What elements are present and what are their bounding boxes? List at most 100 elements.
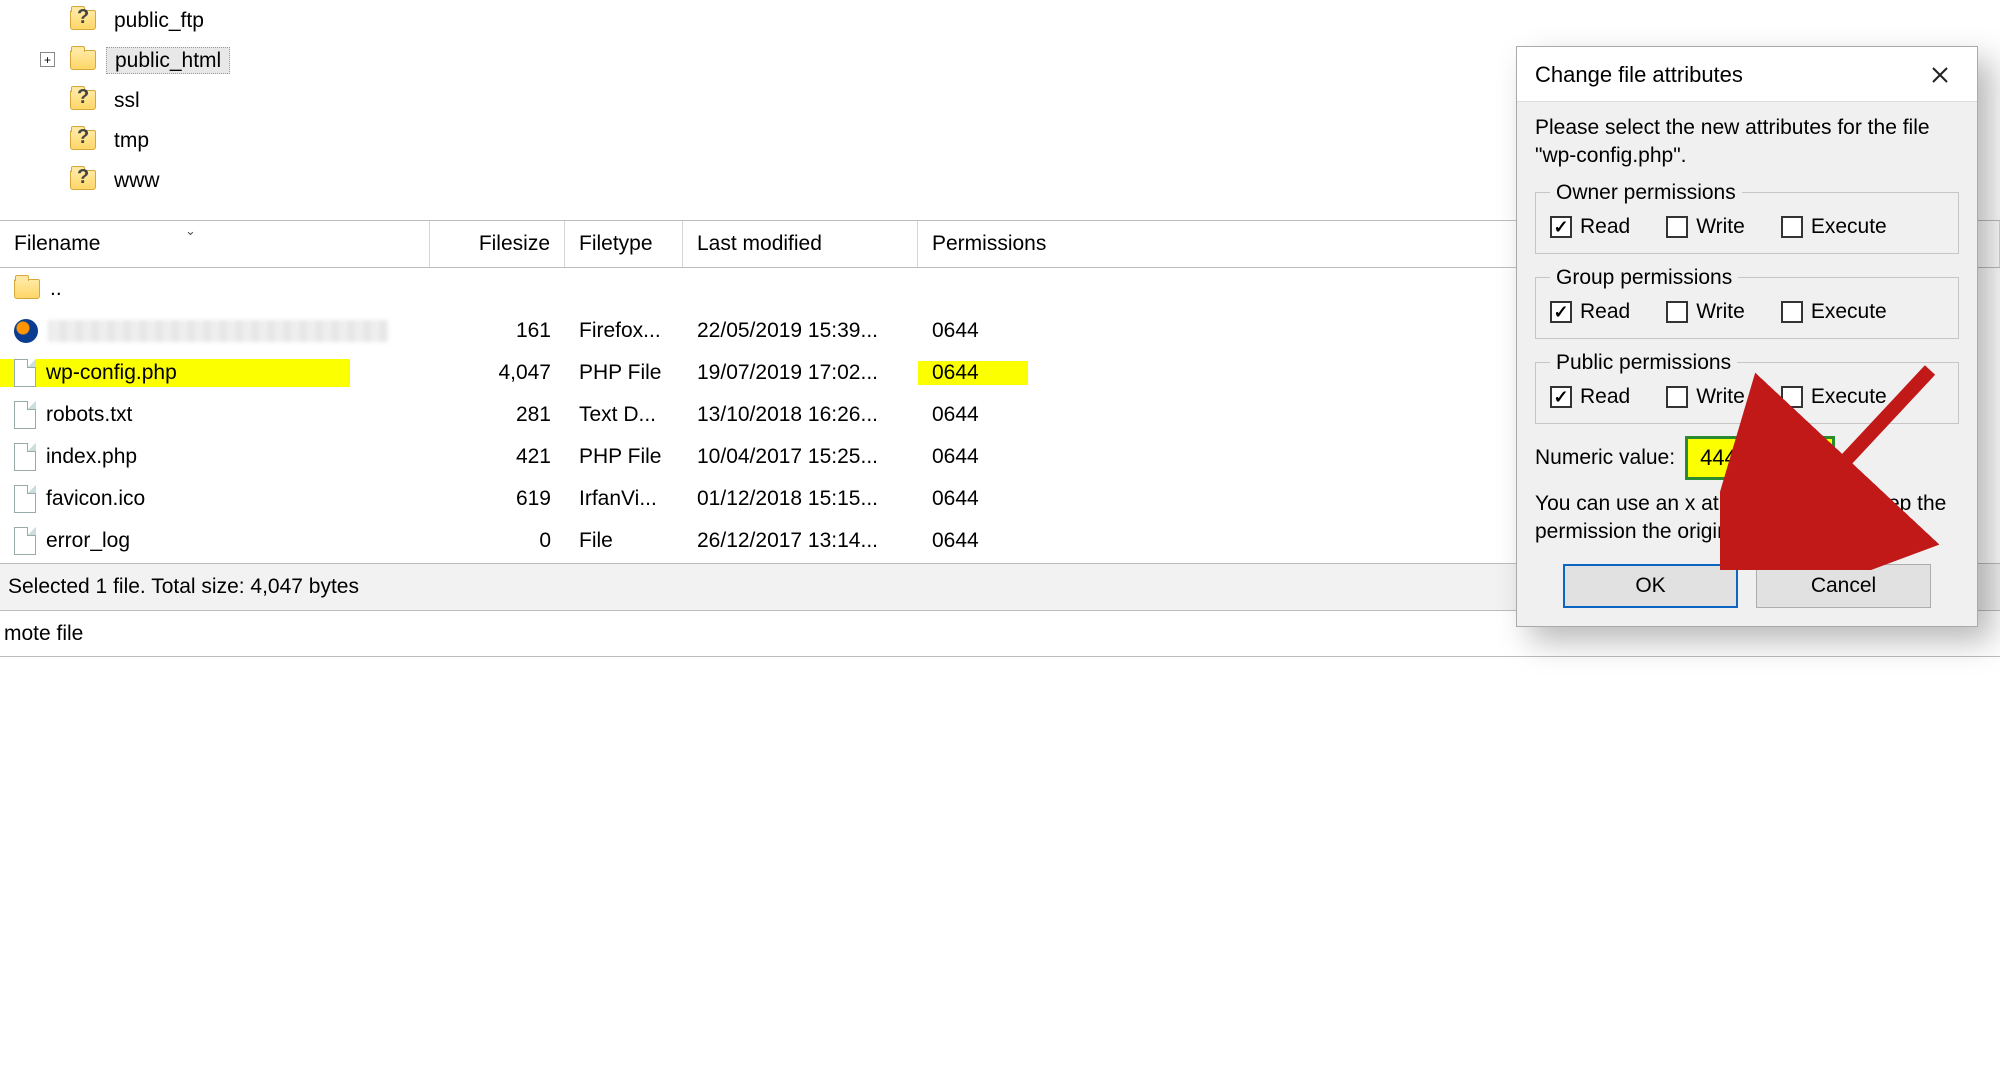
tree-connector-icon — [30, 160, 70, 200]
checkbox-icon — [1666, 216, 1688, 238]
public-permissions-group: Public permissions Read Write Execute — [1535, 351, 1959, 424]
remote-file-label: mote file — [4, 622, 83, 646]
tree-item-label: www — [106, 168, 168, 193]
file-size: 421 — [430, 445, 565, 469]
folder-unknown-icon — [70, 90, 96, 110]
file-type: Text D... — [565, 403, 683, 427]
file-size: 161 — [430, 319, 565, 343]
tree-item-label: tmp — [106, 128, 157, 153]
file-name: favicon.ico — [46, 487, 145, 511]
cancel-button[interactable]: Cancel — [1756, 564, 1931, 608]
file-name-cell: error_log — [0, 527, 430, 555]
public-write-checkbox[interactable]: Write — [1666, 385, 1745, 409]
ok-button[interactable]: OK — [1563, 564, 1738, 608]
file-type: IrfanVi... — [565, 487, 683, 511]
folder-up-icon — [14, 279, 40, 299]
file-icon — [14, 401, 36, 429]
group-write-checkbox[interactable]: Write — [1666, 300, 1745, 324]
close-icon — [1931, 66, 1949, 84]
sort-indicator-icon: ⌄ — [185, 223, 196, 239]
group-read-checkbox[interactable]: Read — [1550, 300, 1630, 324]
col-filetype[interactable]: Filetype — [565, 221, 683, 267]
change-attributes-dialog: Change file attributes Please select the… — [1516, 46, 1978, 627]
redacted-filename — [48, 320, 388, 342]
group-permissions-group: Group permissions Read Write Execute — [1535, 266, 1959, 339]
file-permissions: 0644 — [918, 361, 1028, 385]
dialog-instruction: Please select the new attributes for the… — [1535, 114, 1959, 171]
file-type: File — [565, 529, 683, 553]
folder-unknown-icon — [70, 130, 96, 150]
col-lastmodified[interactable]: Last modified — [683, 221, 918, 267]
dialog-hint: You can use an x at any position to keep… — [1535, 490, 1959, 547]
owner-read-checkbox[interactable]: Read — [1550, 215, 1630, 239]
tree-item-label: ssl — [106, 88, 148, 113]
col-filesize[interactable]: Filesize — [430, 221, 565, 267]
checkbox-icon — [1550, 216, 1572, 238]
group-execute-checkbox[interactable]: Execute — [1781, 300, 1887, 324]
tree-connector-icon: + — [30, 40, 70, 80]
file-modified: 22/05/2019 15:39... — [683, 319, 918, 343]
tree-connector-icon — [30, 120, 70, 160]
checkbox-icon — [1781, 301, 1803, 323]
tree-item-label: public_html — [106, 47, 230, 74]
file-icon — [14, 485, 36, 513]
folder-icon — [70, 50, 96, 70]
dialog-title: Change file attributes — [1535, 62, 1743, 88]
file-name: index.php — [46, 445, 137, 469]
numeric-value-input[interactable]: 444 — [1685, 436, 1835, 480]
owner-legend: Owner permissions — [1550, 181, 1742, 205]
checkbox-icon — [1666, 301, 1688, 323]
file-name: robots.txt — [46, 403, 132, 427]
file-icon — [14, 443, 36, 471]
owner-write-checkbox[interactable]: Write — [1666, 215, 1745, 239]
group-legend: Group permissions — [1550, 266, 1738, 290]
file-name-cell — [0, 319, 430, 343]
file-size: 0 — [430, 529, 565, 553]
checkbox-icon — [1550, 301, 1572, 323]
folder-unknown-icon — [70, 170, 96, 190]
file-size: 281 — [430, 403, 565, 427]
file-permissions: 0644 — [918, 403, 1028, 427]
public-read-checkbox[interactable]: Read — [1550, 385, 1630, 409]
file-icon — [14, 527, 36, 555]
tree-item-label: public_ftp — [106, 8, 212, 33]
file-modified: 10/04/2017 15:25... — [683, 445, 918, 469]
file-name: .. — [50, 277, 62, 301]
file-name-cell: wp-config.php — [0, 359, 350, 387]
file-name-cell: robots.txt — [0, 401, 430, 429]
close-button[interactable] — [1921, 59, 1959, 91]
file-name-cell: favicon.ico — [0, 485, 430, 513]
file-modified: 19/07/2019 17:02... — [683, 361, 918, 385]
checkbox-icon — [1781, 216, 1803, 238]
file-permissions: 0644 — [918, 445, 1028, 469]
file-modified: 01/12/2018 15:15... — [683, 487, 918, 511]
checkbox-icon — [1781, 386, 1803, 408]
public-legend: Public permissions — [1550, 351, 1737, 375]
owner-permissions-group: Owner permissions Read Write Execute — [1535, 181, 1959, 254]
file-permissions: 0644 — [918, 487, 1028, 511]
file-modified: 26/12/2017 13:14... — [683, 529, 918, 553]
checkbox-icon — [1666, 386, 1688, 408]
file-size: 619 — [430, 487, 565, 511]
file-modified: 13/10/2018 16:26... — [683, 403, 918, 427]
col-filename-label: Filename — [14, 232, 100, 256]
file-type: PHP File — [565, 445, 683, 469]
file-icon — [14, 359, 36, 387]
dialog-body: Please select the new attributes for the… — [1517, 101, 1977, 626]
col-filename[interactable]: Filename ⌄ — [0, 221, 430, 267]
file-type: PHP File — [565, 361, 683, 385]
file-name-cell: index.php — [0, 443, 430, 471]
status-text: Selected 1 file. Total size: 4,047 bytes — [8, 575, 359, 599]
file-name: wp-config.php — [46, 361, 177, 385]
expand-icon[interactable]: + — [40, 52, 55, 67]
numeric-value-label: Numeric value: — [1535, 446, 1675, 470]
file-size: 4,047 — [430, 361, 565, 385]
firefox-icon — [14, 319, 38, 343]
owner-execute-checkbox[interactable]: Execute — [1781, 215, 1887, 239]
file-type: Firefox... — [565, 319, 683, 343]
public-execute-checkbox[interactable]: Execute — [1781, 385, 1887, 409]
file-permissions: 0644 — [918, 529, 1028, 553]
dialog-titlebar: Change file attributes — [1517, 47, 1977, 101]
file-permissions: 0644 — [918, 319, 1028, 343]
tree-item[interactable]: public_ftp — [0, 0, 2000, 40]
